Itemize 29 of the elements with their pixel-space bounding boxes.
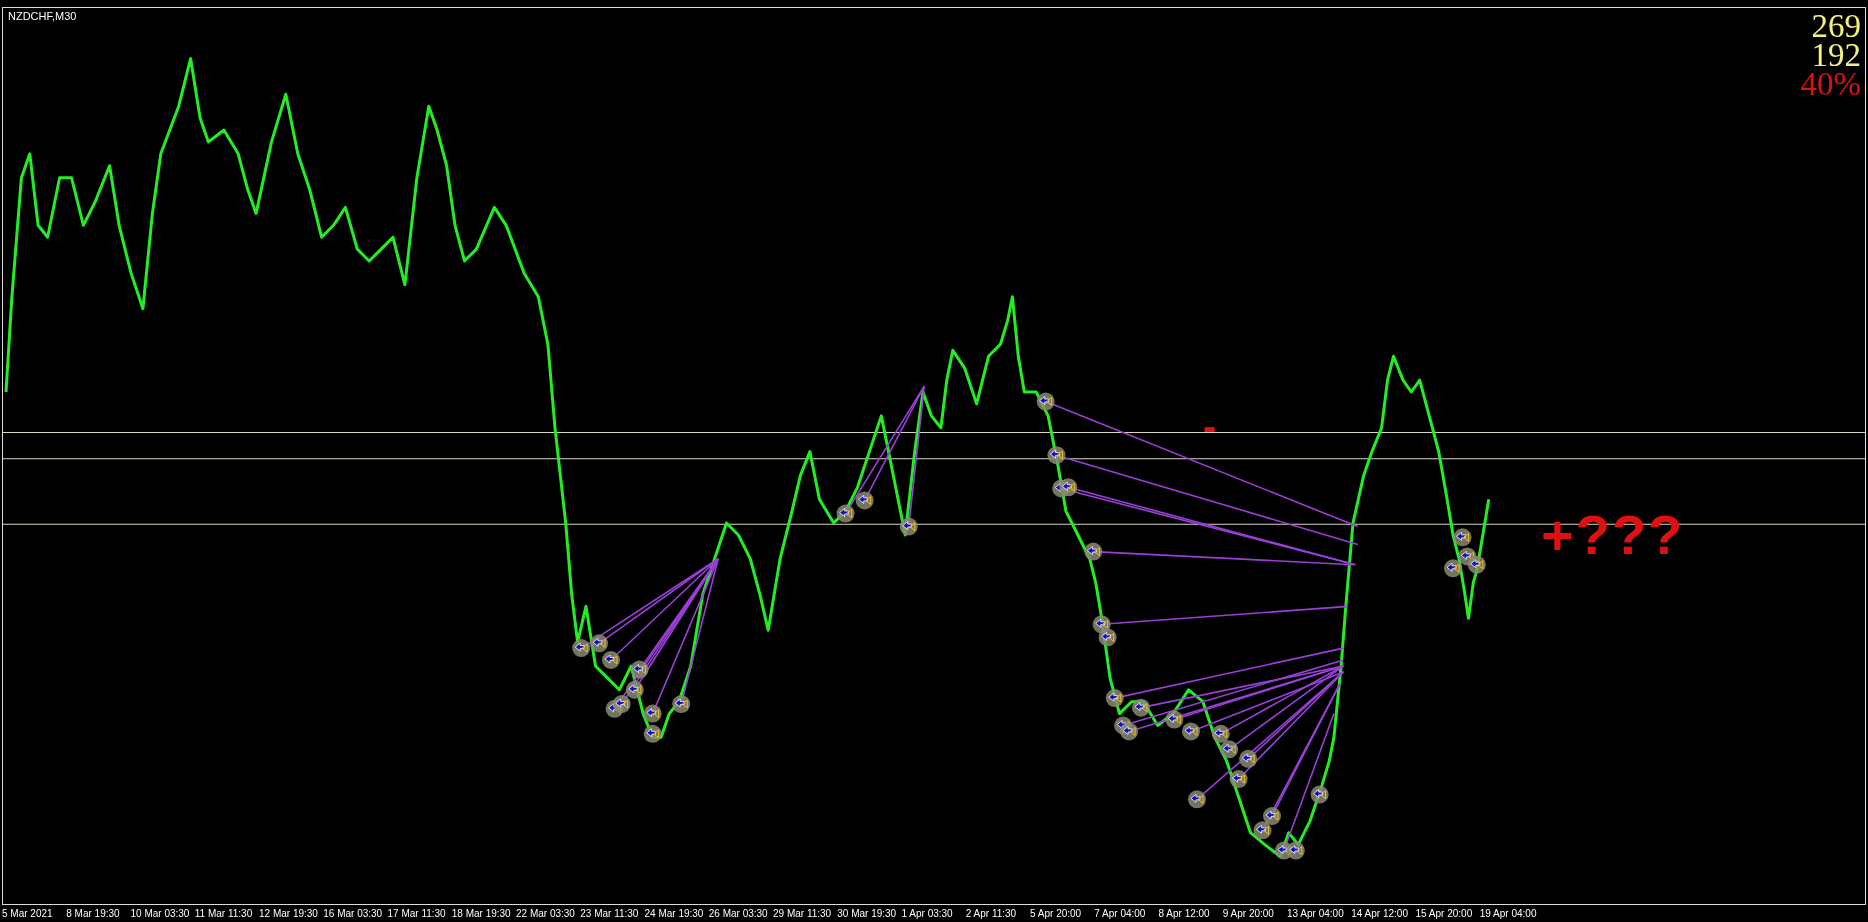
time-axis-label: 23 Mar 11:30: [580, 907, 640, 921]
time-axis-label: 26 Mar 03:30: [708, 907, 769, 921]
time-axis-label: 9 Apr 20:00: [1222, 907, 1275, 921]
counter-value: 192: [1811, 41, 1861, 70]
chart-symbol-label: NZDCHF,M30: [8, 10, 77, 22]
time-axis-label: 8 Apr 12:00: [1158, 907, 1211, 921]
time-axis-label: 5 Apr 20:00: [1030, 907, 1083, 921]
time-axis-label: 15 Apr 20:00: [1415, 907, 1474, 921]
time-axis-label: 22 Mar 03:30: [516, 907, 576, 921]
time-axis-label: 17 Mar 11:30: [387, 907, 447, 921]
time-axis-label: 14 Apr 12:00: [1351, 907, 1409, 921]
time-axis-label: 24 Mar 19:30: [644, 907, 705, 921]
counter-value: 40%: [1800, 70, 1861, 99]
time-axis-label: 16 Mar 03:30: [323, 907, 384, 921]
time-axis-label: 18 Mar 19:30: [451, 907, 512, 921]
time-axis-label: 2 Apr 11:30: [965, 907, 1018, 921]
time-axis-label: 30 Mar 19:30: [837, 907, 898, 921]
time-axis-label: 8 Mar 19:30: [66, 907, 121, 921]
time-axis-label: 29 Mar 11:30: [773, 907, 833, 921]
time-axis-label: 10 Mar 03:30: [130, 907, 191, 921]
minus-annotation: -: [1203, 404, 1217, 449]
time-axis-label: 19 Apr 04:00: [1479, 907, 1538, 921]
time-axis-label: 1 Apr 03:30: [901, 907, 954, 921]
time-axis-label: 5 Mar 2021: [2, 907, 54, 921]
counter-value: 269: [1811, 12, 1861, 41]
time-axis-label: 7 Apr 04:00: [1094, 907, 1147, 921]
time-axis-label: 11 Mar 11:30: [194, 907, 254, 921]
time-axis-label: 12 Mar 19:30: [259, 907, 319, 921]
time-axis-label: 13 Apr 04:00: [1287, 907, 1345, 921]
